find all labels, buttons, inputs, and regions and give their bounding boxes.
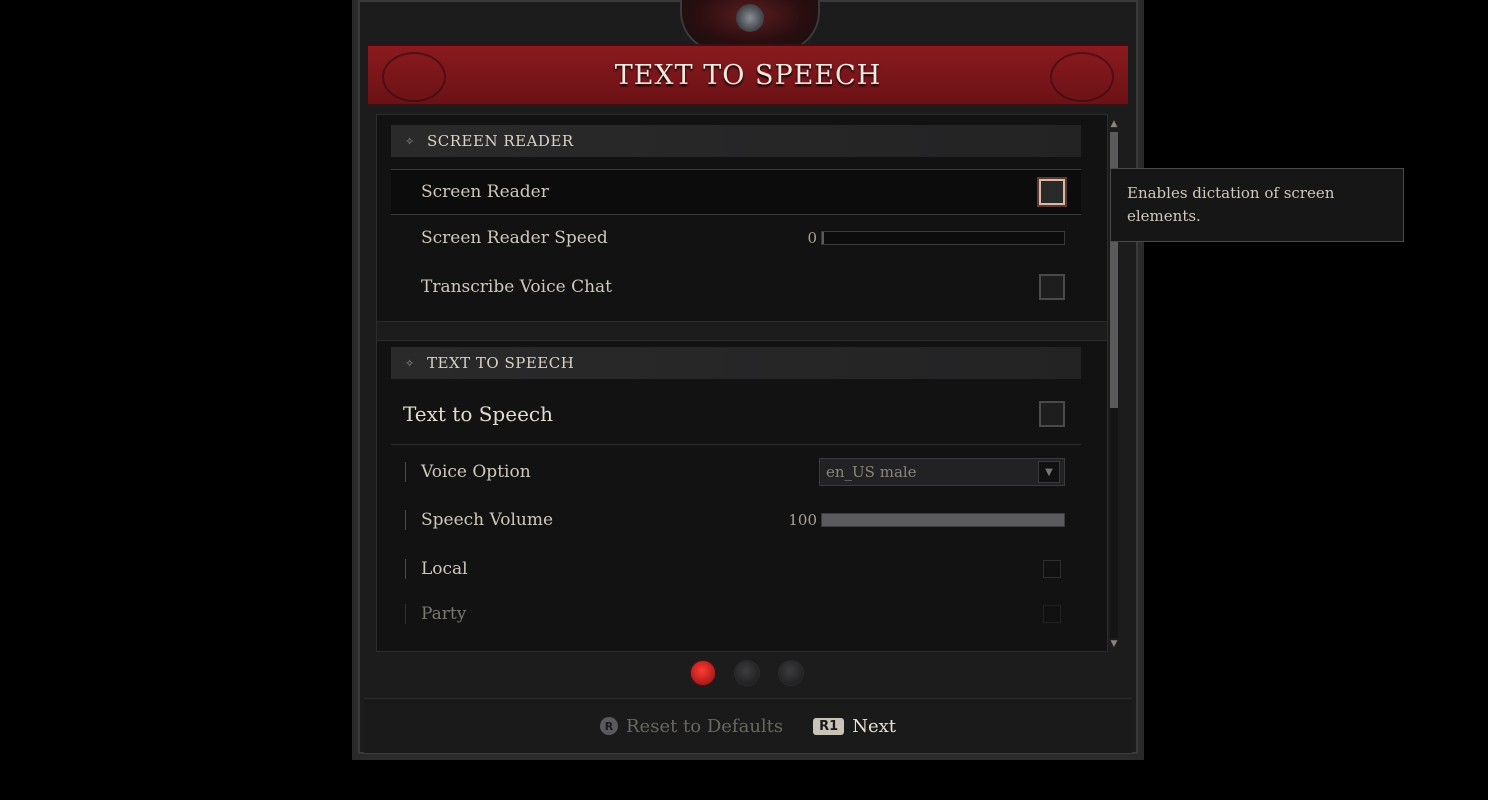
setting-label: Transcribe Voice Chat bbox=[421, 277, 613, 297]
setting-row-speech-volume[interactable]: Speech Volume 100 bbox=[391, 498, 1081, 542]
setting-label: Voice Option bbox=[421, 462, 531, 482]
setting-label: Local bbox=[421, 559, 468, 579]
setting-row-screen-reader[interactable]: Screen Reader bbox=[391, 169, 1081, 215]
indent-marker bbox=[405, 559, 406, 579]
indent-marker bbox=[405, 604, 406, 624]
dropdown-value: en_US male bbox=[826, 463, 917, 481]
reset-defaults-label: Reset to Defaults bbox=[626, 715, 784, 737]
setting-label: Text to Speech bbox=[403, 402, 553, 426]
page-dot-1[interactable] bbox=[690, 660, 716, 686]
next-button[interactable]: R1 Next bbox=[813, 716, 896, 737]
r-stick-icon: R bbox=[600, 717, 618, 735]
setting-label: Speech Volume bbox=[421, 510, 554, 530]
indent-marker bbox=[405, 462, 406, 482]
setting-label: Screen Reader Speed bbox=[421, 228, 608, 248]
chevron-down-icon[interactable]: ▼ bbox=[1038, 461, 1060, 483]
setting-row-voice-option[interactable]: Voice Option en_US male ▼ bbox=[391, 450, 1081, 494]
crest-face-icon bbox=[736, 4, 764, 32]
r1-button-icon: R1 bbox=[813, 717, 845, 735]
indent-marker bbox=[405, 510, 406, 530]
diamond-icon: ✧ bbox=[405, 356, 415, 370]
scroll-down-icon[interactable]: ▼ bbox=[1108, 638, 1120, 650]
tooltip: Enables dictation of screen elements. bbox=[1110, 168, 1404, 242]
setting-row-transcribe-voice-chat[interactable]: Transcribe Voice Chat bbox=[391, 265, 1081, 309]
section-divider bbox=[377, 321, 1107, 341]
screen-reader-speed-slider[interactable] bbox=[821, 231, 1065, 245]
section-header-label: TEXT TO SPEECH bbox=[427, 354, 575, 372]
next-label: Next bbox=[852, 715, 896, 737]
title-banner: TEXT TO SPEECH bbox=[368, 44, 1128, 106]
banner-ornament-icon bbox=[382, 52, 446, 102]
slider-value: 100 bbox=[788, 511, 817, 529]
reset-defaults-button[interactable]: R Reset to Defaults bbox=[600, 716, 783, 737]
page-title: TEXT TO SPEECH bbox=[614, 59, 882, 91]
divider bbox=[391, 444, 1081, 445]
screen-reader-checkbox[interactable] bbox=[1039, 179, 1065, 205]
page-indicator bbox=[690, 660, 804, 686]
footer-bar: R Reset to Defaults R1 Next bbox=[364, 698, 1132, 753]
voice-option-dropdown[interactable]: en_US male ▼ bbox=[819, 458, 1065, 486]
setting-label: Screen Reader bbox=[421, 182, 549, 202]
setting-row-screen-reader-speed[interactable]: Screen Reader Speed 0 bbox=[391, 216, 1081, 260]
setting-label: Party bbox=[421, 604, 467, 624]
setting-row-local[interactable]: Local bbox=[391, 547, 1081, 591]
text-to-speech-checkbox[interactable] bbox=[1039, 401, 1065, 427]
transcribe-voice-chat-checkbox[interactable] bbox=[1039, 274, 1065, 300]
speech-volume-slider[interactable] bbox=[821, 513, 1065, 527]
diamond-icon: ✧ bbox=[405, 134, 415, 148]
page-dot-2[interactable] bbox=[734, 660, 760, 686]
section-header-label: SCREEN READER bbox=[427, 132, 574, 150]
banner-ornament-icon bbox=[1050, 52, 1114, 102]
slider-value: 0 bbox=[807, 229, 817, 247]
page-dot-3[interactable] bbox=[778, 660, 804, 686]
local-checkbox[interactable] bbox=[1043, 560, 1061, 578]
scroll-up-icon[interactable]: ▲ bbox=[1108, 118, 1120, 130]
setting-row-text-to-speech[interactable]: Text to Speech bbox=[391, 392, 1081, 436]
settings-list: ✧ SCREEN READER Screen Reader Screen Rea… bbox=[376, 114, 1108, 652]
section-header-screen-reader: ✧ SCREEN READER bbox=[391, 125, 1081, 157]
setting-row-party[interactable]: Party bbox=[391, 592, 1081, 636]
section-header-text-to-speech: ✧ TEXT TO SPEECH bbox=[391, 347, 1081, 379]
party-checkbox[interactable] bbox=[1043, 605, 1061, 623]
